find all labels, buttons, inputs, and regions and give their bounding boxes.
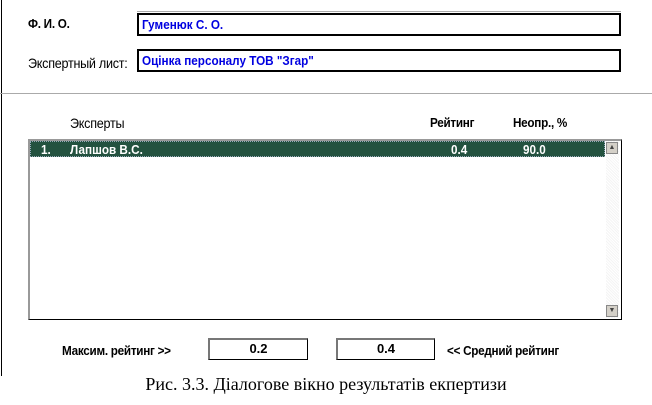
avg-rating-value: 0.4: [336, 338, 435, 360]
header-rating: Рейтинг: [430, 115, 475, 130]
figure-caption: Рис. 3.3. Діалогове вікно результатів ек…: [145, 374, 507, 394]
fio-input[interactable]: Гуменюк С. О.: [137, 13, 621, 36]
window-left-border: [1, 0, 2, 376]
top-divider: [137, 11, 621, 12]
fio-label: Ф. И. О.: [28, 16, 70, 31]
header-uncertainty: Неопр., %: [513, 115, 568, 130]
max-rating-value: 0.2: [208, 338, 308, 360]
section-divider: [0, 93, 652, 94]
scrollbar[interactable]: [606, 141, 619, 318]
row-uncertainty: 90.0: [523, 142, 546, 157]
header-experts: Эксперты: [70, 115, 125, 131]
row-rating: 0.4: [451, 142, 468, 157]
list-item[interactable]: 1. Лапшов В.С. 0.4 90.0: [30, 141, 605, 157]
max-rating-label: Максим. рейтинг >>: [62, 343, 171, 358]
scroll-down-icon[interactable]: ▼: [606, 305, 618, 317]
avg-rating-label: << Средний рейтинг: [447, 343, 560, 358]
experts-list[interactable]: [28, 139, 622, 320]
sheet-input[interactable]: Оцінка персоналу ТОВ "Згар": [137, 49, 621, 72]
row-number: 1.: [41, 142, 51, 157]
row-name: Лапшов В.С.: [70, 142, 143, 157]
sheet-label: Экспертный лист:: [28, 55, 128, 71]
scroll-up-icon[interactable]: ▲: [606, 142, 618, 154]
